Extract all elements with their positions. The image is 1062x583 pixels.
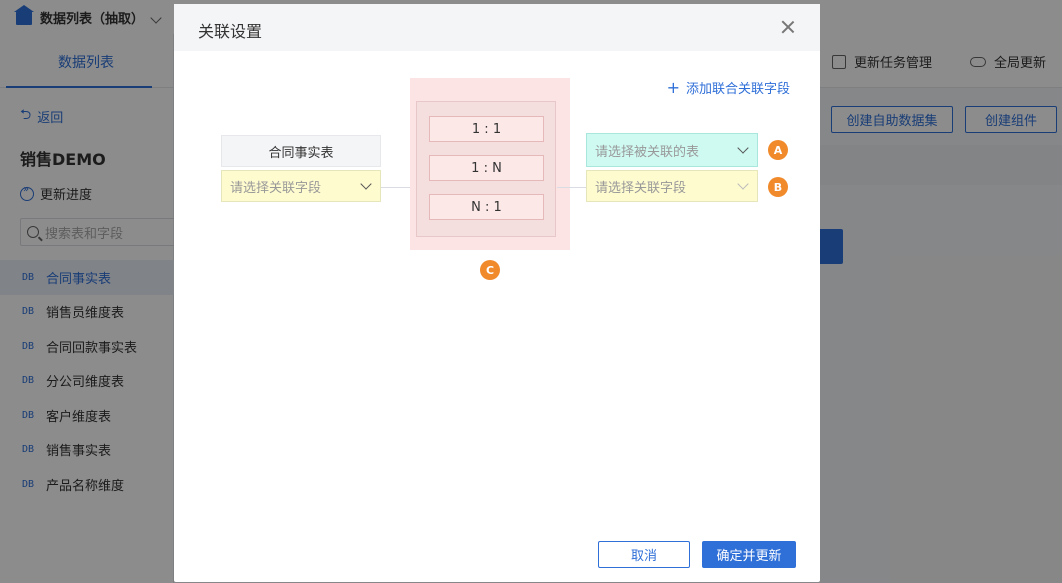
dialog-title: 关联设置 (198, 22, 263, 41)
relation-settings-dialog: 关联设置 + 添加联合关联字段 合同事实表 请选择关联字段 1 : 1 1 : … (174, 4, 820, 582)
marker-c: C (480, 260, 500, 280)
chevron-down-icon (737, 178, 749, 190)
dialog-header: 关联设置 (174, 4, 820, 51)
marker-b: B (768, 177, 788, 197)
add-union-field-link[interactable]: + 添加联合关联字段 (667, 78, 790, 97)
chevron-down-icon (360, 178, 372, 190)
related-table-select[interactable]: 请选择被关联的表 (586, 133, 758, 167)
marker-a: A (768, 140, 788, 160)
ratio-one-to-one[interactable]: 1 : 1 (429, 116, 544, 142)
right-field-select[interactable]: 请选择关联字段 (586, 170, 758, 202)
chevron-down-icon (737, 142, 749, 154)
close-icon[interactable] (780, 19, 796, 35)
related-table-placeholder: 请选择被关联的表 (595, 144, 700, 160)
confirm-update-button[interactable]: 确定并更新 (702, 541, 796, 568)
add-union-field-label: 添加联合关联字段 (685, 82, 790, 97)
ratio-one-to-many[interactable]: 1 : N (429, 155, 544, 181)
cancel-button[interactable]: 取消 (598, 541, 690, 568)
left-table-name: 合同事实表 (221, 135, 381, 167)
left-field-placeholder: 请选择关联字段 (230, 180, 322, 196)
plus-icon: + (666, 78, 680, 97)
left-field-select[interactable]: 请选择关联字段 (221, 170, 381, 202)
ratio-many-to-one[interactable]: N : 1 (429, 194, 544, 220)
right-field-placeholder: 请选择关联字段 (595, 180, 687, 196)
